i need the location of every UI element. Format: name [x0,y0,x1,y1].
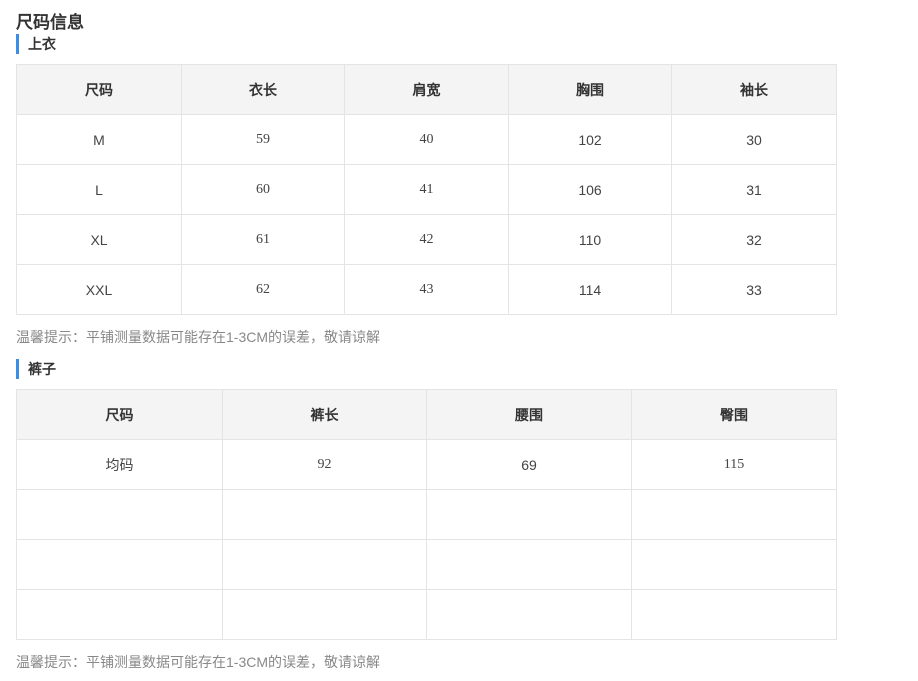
section-title-tops: 上衣 [16,34,56,54]
cell-shoulder: 42 [344,214,509,265]
cell-chest: 102 [508,114,672,165]
cell-hip [631,539,837,590]
cell-waist: 69 [426,439,632,490]
header-waist: 腰围 [426,389,632,440]
header-shoulder: 肩宽 [344,64,509,115]
table-row: M 59 40 102 30 [16,114,837,165]
header-sleeve: 袖长 [671,64,837,115]
header-pants-length: 裤长 [222,389,427,440]
table-row [16,589,837,640]
header-size: 尺码 [16,64,182,115]
cell-hip [631,489,837,540]
cell-hip: 115 [631,439,837,490]
cell-length: 62 [181,264,345,315]
cell-shoulder: 43 [344,264,509,315]
table-row [16,489,837,540]
pants-size-table: 尺码 裤长 腰围 臀围 均码 92 69 115 [16,389,837,640]
cell-shoulder: 40 [344,114,509,165]
header-size: 尺码 [16,389,223,440]
cell-waist [426,589,632,640]
cell-size: M [16,114,182,165]
cell-shoulder: 41 [344,164,509,215]
cell-chest: 106 [508,164,672,215]
page-title: 尺码信息 [16,13,84,32]
cell-sleeve: 31 [671,164,837,215]
cell-size: XXL [16,264,182,315]
cell-chest: 114 [508,264,672,315]
tops-measurement-note: 温馨提示：平铺测量数据可能存在1-3CM的误差，敬请谅解 [16,329,381,345]
table-row: XL 61 42 110 32 [16,214,837,265]
table-row [16,539,837,590]
cell-sleeve: 33 [671,264,837,315]
cell-size [16,489,223,540]
cell-waist [426,539,632,590]
tops-size-table: 尺码 衣长 肩宽 胸围 袖长 M 59 40 102 30 L 60 41 10… [16,64,837,315]
table-row: 均码 92 69 115 [16,439,837,490]
cell-length: 61 [181,214,345,265]
table-row: XXL 62 43 114 33 [16,264,837,315]
section-title-pants: 裤子 [16,359,56,379]
cell-sleeve: 32 [671,214,837,265]
cell-size [16,589,223,640]
cell-pants-length: 92 [222,439,427,490]
cell-size [16,539,223,590]
cell-pants-length [222,489,427,540]
pants-measurement-note: 温馨提示：平铺测量数据可能存在1-3CM的误差，敬请谅解 [16,654,381,670]
cell-pants-length [222,539,427,590]
cell-size: L [16,164,182,215]
header-hip: 臀围 [631,389,837,440]
table-header-row: 尺码 衣长 肩宽 胸围 袖长 [16,64,837,115]
cell-waist [426,489,632,540]
cell-sleeve: 30 [671,114,837,165]
cell-hip [631,589,837,640]
cell-length: 59 [181,114,345,165]
cell-length: 60 [181,164,345,215]
header-chest: 胸围 [508,64,672,115]
table-row: L 60 41 106 31 [16,164,837,215]
header-length: 衣长 [181,64,345,115]
cell-size: 均码 [16,439,223,490]
cell-size: XL [16,214,182,265]
cell-pants-length [222,589,427,640]
cell-chest: 110 [508,214,672,265]
table-header-row: 尺码 裤长 腰围 臀围 [16,389,837,440]
